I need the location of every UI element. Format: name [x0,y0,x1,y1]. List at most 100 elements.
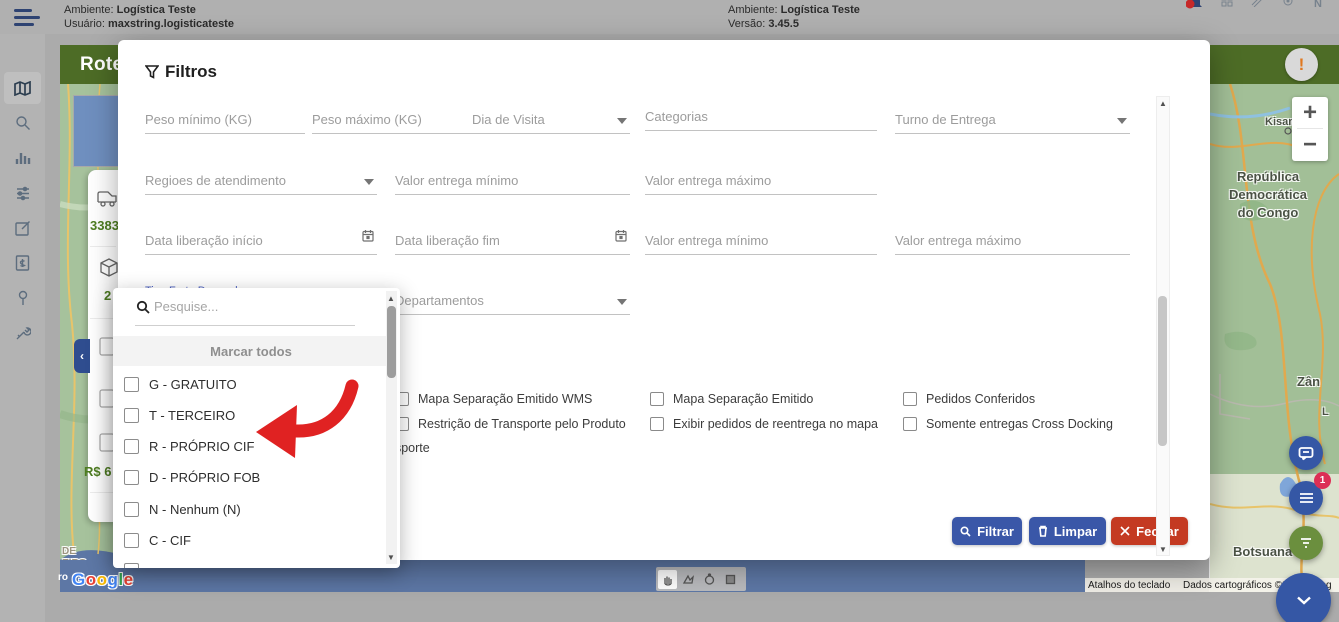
map-zoom-control: + − [1292,97,1328,161]
filter-fab[interactable] [1289,526,1323,560]
checkbox-box[interactable] [650,417,664,431]
circle-tool[interactable] [700,570,719,589]
orders-count: 3383 [90,218,119,233]
checkbox-box[interactable] [124,439,139,454]
menu-hamburger-icon[interactable] [14,9,40,30]
checkbox-box[interactable] [124,470,139,485]
checkbox-box[interactable] [124,533,139,548]
select-regioes-atendimento[interactable]: Regioes de atendimento [145,166,377,195]
map-draw-toolbar [656,567,746,591]
checkbox-pedidos-conferidos[interactable]: Pedidos Conferidos [903,392,1035,406]
wrench-icon [15,325,31,341]
scroll-down-arrow[interactable]: ▼ [385,551,397,563]
notifications-bell-icon[interactable] [1186,0,1204,15]
map-city-label-partial: L [1322,406,1329,418]
gear-icon[interactable] [1282,0,1294,10]
field-valor-entrega-minimo-2[interactable]: Valor entrega mínimo [645,226,877,255]
checkbox-box[interactable] [124,502,139,517]
scroll-up-arrow[interactable]: ▲ [385,292,397,304]
filter-funnel-icon [145,65,159,79]
dropdown-scrollbar[interactable]: ▲ ▼ [386,291,397,564]
dropdown-search-input[interactable] [152,298,351,315]
field-valor-entrega-minimo-1[interactable]: Valor entrega mínimo [395,166,630,195]
checkbox-box[interactable] [903,392,917,406]
rectangle-tool[interactable] [721,570,740,589]
sidebar-item-locations[interactable] [4,282,41,314]
collapse-fabs-button[interactable] [1276,573,1331,622]
checkbox-restricao-transporte[interactable]: Restrição de Transporte pelo Produto [395,417,626,431]
sidebar-item-edit[interactable] [4,212,41,244]
keyboard-shortcuts-link[interactable]: Atalhos do teclado [1088,580,1170,591]
field-valor-entrega-maximo-1[interactable]: Valor entrega máximo [645,166,877,195]
pan-hand-tool[interactable] [658,570,677,589]
field-peso-maximo[interactable]: Peso máximo (KG) [312,105,472,134]
sidebar-item-search[interactable] [4,107,41,139]
checkbox-mapa-separacao-wms[interactable]: Mapa Separação Emitido WMS [395,392,592,406]
option-d-proprio-fob[interactable]: D - PRÓPRIO FOB [124,470,260,485]
zoom-out-button[interactable]: − [1292,129,1328,160]
scroll-up-arrow[interactable]: ▲ [1157,97,1169,109]
modal-title: Filtros [145,62,217,82]
option-c-cif[interactable]: C - CIF [124,533,191,548]
select-departamentos[interactable]: Departamentos [395,286,630,315]
calendar-icon[interactable] [362,229,374,247]
total-value: R$ 6 [84,464,111,479]
limpar-button[interactable]: Limpar [1029,517,1106,545]
chevron-down-icon [364,179,374,185]
fechar-button[interactable]: Fechar [1111,517,1188,545]
map-country-label-zambia: Zân [1297,374,1320,389]
map-region-overlay [73,95,120,167]
checkbox-mapa-separacao-emitido[interactable]: Mapa Separação Emitido [650,392,813,406]
option-r-proprio-cif[interactable]: R - PRÓPRIO CIF [124,439,254,454]
option-t-terceiro[interactable]: T - TERCEIRO [124,408,235,423]
select-all-option[interactable]: Marcar todos [113,336,389,366]
sidebar-item-tools[interactable] [4,317,41,349]
checkbox-box[interactable] [124,408,139,423]
option-g-gratuito[interactable]: G - GRATUITO [124,377,237,392]
tipo-frete-dropdown [113,288,400,568]
chevron-down-icon [1296,596,1312,605]
select-turno-de-entrega[interactable]: Turno de Entrega [895,105,1130,134]
grid-icon[interactable] [1221,0,1233,10]
notification-badge: 1 [1314,472,1331,489]
scrollbar-thumb[interactable] [387,306,396,378]
modal-scrollbar[interactable]: ▲ ▼ [1156,96,1170,556]
checkbox-box[interactable] [903,417,917,431]
filtrar-button[interactable]: Filtrar [952,517,1022,545]
partial-option-checkbox [124,563,139,568]
checkbox-exibir-reentrega[interactable]: Exibir pedidos de reentrega no mapa [650,417,878,431]
checkbox-box[interactable] [650,392,664,406]
option-n-nenhum[interactable]: N - Nenhum (N) [124,502,241,517]
letter-n-icon[interactable]: N [1314,0,1322,10]
alert-button[interactable]: ! [1285,48,1318,81]
bottom-gray-bar [0,592,1339,622]
sidebar-item-map[interactable] [4,72,41,104]
field-data-liberacao-inicio[interactable]: Data liberação início [145,226,377,255]
scrollbar-thumb[interactable] [1158,296,1167,446]
map-country-label-botswana: Botsuana [1233,544,1292,559]
collapse-panel-button[interactable]: ‹ [74,339,90,373]
zoom-in-button[interactable]: + [1292,97,1328,128]
select-dia-de-visita[interactable]: Dia de Visita [472,105,630,134]
environment-info: Ambiente: Logística Teste Usuário: maxst… [64,3,234,31]
close-icon [1120,526,1130,536]
checkbox-box[interactable] [124,377,139,392]
polygon-tool[interactable] [679,570,698,589]
sidebar-item-billing[interactable] [4,247,41,279]
checkbox-cross-docking[interactable]: Somente entregas Cross Docking [903,417,1113,431]
field-categorias[interactable]: Categorias [645,102,877,131]
map-label-fragment: ro [58,572,68,583]
field-peso-minimo[interactable]: Peso mínimo (KG) [145,105,305,134]
chat-fab[interactable] [1289,436,1323,470]
sidebar-item-filters[interactable] [4,177,41,209]
sliders-icon [15,186,31,201]
field-data-liberacao-fim[interactable]: Data liberação fim [395,226,630,255]
sidebar-item-reports[interactable] [4,142,41,174]
pencil-icon[interactable] [1250,0,1262,10]
field-valor-entrega-maximo-2[interactable]: Valor entrega máximo [895,226,1130,255]
calendar-icon[interactable] [615,229,627,247]
map-country-label-congo: RepúblicaDemocráticado Congo [1218,168,1318,222]
scroll-down-arrow[interactable]: ▼ [1157,543,1169,555]
filter-funnel-icon [1299,537,1313,550]
truck-icon [95,188,119,213]
